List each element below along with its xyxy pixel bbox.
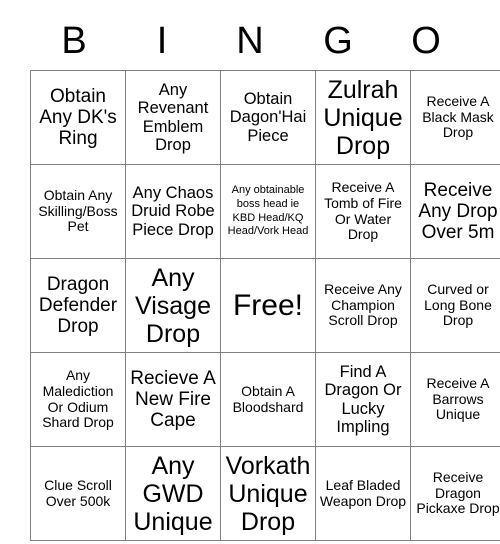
bingo-cell-label: Any GWD Unique: [133, 451, 213, 536]
bingo-cell-label: Any Malediction Or Odium Shard Drop: [42, 367, 114, 431]
bingo-cell-label: Vorkath Unique Drop: [225, 451, 311, 536]
bingo-row: Any Malediction Or Odium Shard Drop Reci…: [30, 352, 500, 447]
bingo-row: Obtain Any Skilling/Boss Pet Any Chaos D…: [30, 164, 500, 259]
bingo-cell-label: Any Revenant Emblem Drop: [137, 80, 209, 154]
bingo-cell-label: Zulrah Unique Drop: [323, 75, 403, 160]
bingo-cell-free[interactable]: Free!: [220, 258, 316, 353]
bingo-card: B I N G O Obtain Any DK's Ring Any Reven…: [30, 12, 500, 541]
bingo-cell[interactable]: Zulrah Unique Drop: [315, 70, 411, 165]
bingo-cell[interactable]: Find A Dragon Or Lucky Impling: [315, 352, 411, 447]
bingo-header-letter-b: B: [61, 20, 87, 62]
bingo-cell[interactable]: Recieve A New Fire Cape: [125, 352, 221, 447]
bingo-cell[interactable]: Receive Any Champion Scroll Drop: [315, 258, 411, 353]
bingo-cell-label: Receive A Barrows Unique: [426, 374, 490, 423]
bingo-cell-label: Receive Dragon Pickaxe Drop: [416, 468, 500, 517]
bingo-header-letter-n: N: [236, 20, 264, 62]
bingo-row: Clue Scroll Over 500k Any GWD Unique Vor…: [30, 446, 500, 541]
bingo-cell[interactable]: Any obtainable boss head ie KBD Head/KQ …: [220, 164, 316, 259]
bingo-cell[interactable]: Receive A Barrows Unique: [410, 352, 500, 447]
bingo-cell-label: Any obtainable boss head ie KBD Head/KQ …: [227, 184, 309, 238]
bingo-cell[interactable]: Obtain Any Skilling/Boss Pet: [30, 164, 126, 259]
bingo-cell[interactable]: Any Visage Drop: [125, 258, 221, 353]
bingo-cell[interactable]: Leaf Bladed Weapon Drop: [315, 446, 411, 541]
bingo-cell-label: Any Chaos Druid Robe Piece Drop: [131, 183, 215, 239]
bingo-cell[interactable]: Obtain A Bloodshard: [220, 352, 316, 447]
bingo-cell-label: Obtain A Bloodshard: [232, 382, 304, 415]
bingo-cell-label: Obtain Dagon'Hai Piece: [229, 89, 307, 145]
bingo-header-row: B I N G O: [30, 12, 470, 70]
bingo-row: Obtain Any DK's Ring Any Revenant Emblem…: [30, 70, 500, 165]
bingo-row: Dragon Defender Drop Any Visage Drop Fre…: [30, 258, 500, 353]
bingo-header-letter-g: G: [323, 20, 353, 62]
bingo-cell-label: Receive A Black Mask Drop: [422, 92, 494, 141]
bingo-cell-label: Recieve A New Fire Cape: [130, 367, 216, 432]
bingo-grid: Obtain Any DK's Ring Any Revenant Emblem…: [30, 70, 500, 541]
bingo-cell[interactable]: Obtain Dagon'Hai Piece: [220, 70, 316, 165]
bingo-cell-label: Receive Any Drop Over 5m: [418, 179, 498, 244]
bingo-cell[interactable]: Any Chaos Druid Robe Piece Drop: [125, 164, 221, 259]
bingo-cell[interactable]: Any Malediction Or Odium Shard Drop: [30, 352, 126, 447]
bingo-cell[interactable]: Receive A Tomb of Fire Or Water Drop: [315, 164, 411, 259]
bingo-cell[interactable]: Any Revenant Emblem Drop: [125, 70, 221, 165]
bingo-cell-label: Obtain Any Skilling/Boss Pet: [38, 186, 118, 235]
bingo-cell-label: Receive Any Champion Scroll Drop: [324, 280, 402, 329]
bingo-cell[interactable]: Dragon Defender Drop: [30, 258, 126, 353]
bingo-cell[interactable]: Receive Any Drop Over 5m: [410, 164, 500, 259]
bingo-cell[interactable]: Curved or Long Bone Drop: [410, 258, 500, 353]
bingo-cell-label: Free!: [232, 288, 304, 322]
bingo-cell[interactable]: Obtain Any DK's Ring: [30, 70, 126, 165]
bingo-cell-label: Any Visage Drop: [135, 263, 211, 348]
bingo-cell-label: Obtain Any DK's Ring: [39, 85, 117, 150]
bingo-cell[interactable]: Receive Dragon Pickaxe Drop: [410, 446, 500, 541]
bingo-cell-label: Dragon Defender Drop: [38, 273, 118, 338]
bingo-cell-label: Leaf Bladed Weapon Drop: [319, 476, 407, 509]
bingo-cell-label: Receive A Tomb of Fire Or Water Drop: [324, 179, 402, 243]
bingo-cell[interactable]: Clue Scroll Over 500k: [30, 446, 126, 541]
bingo-cell[interactable]: Receive A Black Mask Drop: [410, 70, 500, 165]
bingo-header-letter-o: O: [411, 20, 441, 62]
bingo-cell[interactable]: Any GWD Unique: [125, 446, 221, 541]
bingo-cell[interactable]: Vorkath Unique Drop: [220, 446, 316, 541]
bingo-header-letter-i: I: [156, 20, 168, 62]
bingo-cell-label: Curved or Long Bone Drop: [424, 280, 492, 329]
bingo-cell-label: Clue Scroll Over 500k: [44, 476, 112, 509]
bingo-cell-label: Find A Dragon Or Lucky Impling: [324, 362, 402, 436]
